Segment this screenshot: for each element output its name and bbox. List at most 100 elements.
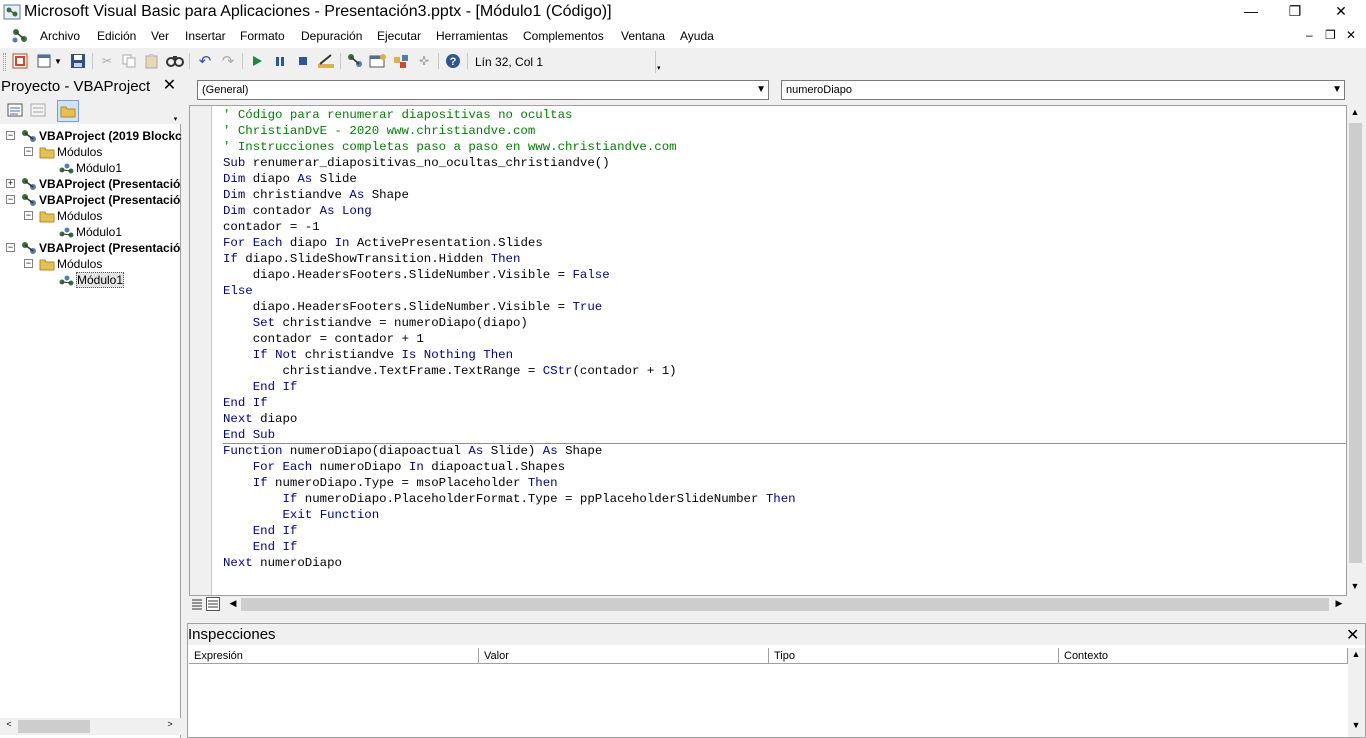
column-header-expresion[interactable]: Expresión [189,648,479,664]
toggle-folders-icon[interactable] [57,100,79,122]
dropdown-arrow-icon[interactable]: ▼ [1332,81,1342,99]
scroll-thumb[interactable] [241,598,1329,611]
tree-item-module[interactable]: Módulo1 [76,272,125,288]
powerpoint-icon[interactable] [11,52,29,70]
code-horizontal-scrollbar[interactable]: ◀ ▶ [189,596,1347,613]
code-line[interactable]: If Not christiandve Is Nothing Then [223,347,796,363]
procedure-combo[interactable]: numeroDiapo ▼ [781,80,1345,100]
column-header-valor[interactable]: Valor [479,648,769,664]
collapse-icon[interactable]: − [6,195,15,204]
scroll-thumb[interactable] [18,720,90,733]
code-line[interactable]: Sub renumerar_diapositivas_no_ocultas_ch… [223,155,796,171]
tree-item-folder[interactable]: Módulos [57,208,102,224]
code-line[interactable]: If diapo.SlideShowTransition.Hidden Then [223,251,796,267]
code-line[interactable]: christiandve.TextFrame.TextRange = CStr(… [223,363,796,379]
cut-icon[interactable]: ✂ [98,52,116,70]
project-explorer-close-button[interactable]: ✕ [161,78,178,95]
code-editor[interactable]: ' Código para renumerar diapositivas no … [189,105,1347,596]
code-line[interactable]: Else [223,283,796,299]
find-icon[interactable] [166,52,184,70]
code-line[interactable]: diapo.HeadersFooters.SlideNumber.Visible… [223,267,796,283]
expand-icon[interactable]: + [6,179,15,188]
scroll-down-arrow-icon[interactable]: ▼ [1347,581,1363,591]
collapse-icon[interactable]: − [6,243,15,252]
code-line[interactable]: ' ChristianDvE - 2020 www.christiandve.c… [223,123,796,139]
scroll-right-arrow-icon[interactable]: > [162,719,178,729]
help-icon[interactable]: ? [444,52,462,70]
collapse-icon[interactable]: − [6,131,15,140]
code-line[interactable]: Dim diapo As Slide [223,171,796,187]
tree-item-project[interactable]: VBAProject (2019 Blockc [39,128,182,144]
scroll-up-arrow-icon[interactable]: ▲ [1347,107,1363,117]
code-vertical-scrollbar[interactable]: ▲ ▼ [1347,105,1364,596]
break-icon[interactable] [271,52,289,70]
menu-formato[interactable]: Formato [240,29,285,43]
menu-ayuda[interactable]: Ayuda [680,29,714,43]
menu-ver[interactable]: Ver [151,29,169,43]
tree-item-folder[interactable]: Módulos [57,144,102,160]
project-toolbar-options-icon[interactable]: ▾ [170,98,181,124]
menu-archivo[interactable]: Archivo [40,29,80,43]
code-line[interactable]: contador = contador + 1 [223,331,796,347]
code-line[interactable]: End If [223,539,796,555]
redo-icon[interactable]: ↷ [219,52,237,70]
scroll-down-arrow-icon[interactable]: ▼ [1348,720,1364,730]
code-line[interactable]: Set christiandve = numeroDiapo(diapo) [223,315,796,331]
scroll-left-arrow-icon[interactable]: < [1,719,17,729]
object-combo[interactable]: (General) ▼ [197,80,769,100]
code-line[interactable]: diapo.HeadersFooters.SlideNumber.Visible… [223,299,796,315]
insert-dropdown-arrow-icon[interactable]: ▼ [53,52,63,70]
tree-item-folder[interactable]: Módulos [57,256,102,272]
code-line[interactable]: Dim contador As Long [223,203,796,219]
full-module-view-icon[interactable] [206,597,220,611]
toolbox-icon[interactable]: ✜ [415,52,433,70]
procedure-view-icon[interactable] [191,597,203,611]
code-line[interactable]: Function numeroDiapo(diapoactual As Slid… [223,443,796,459]
code-text[interactable]: ' Código para renumerar diapositivas no … [223,107,796,571]
minimize-button[interactable]: — [1228,0,1274,24]
toolbar-grip[interactable] [3,53,6,71]
menu-edicion[interactable]: Edición [97,29,136,43]
project-explorer-icon[interactable] [346,52,364,70]
scroll-thumb[interactable] [1349,123,1362,563]
copy-icon[interactable] [120,52,138,70]
code-line[interactable]: For Each diapo In ActivePresentation.Sli… [223,235,796,251]
code-line[interactable]: For Each numeroDiapo In diapoactual.Shap… [223,459,796,475]
collapse-icon[interactable]: − [24,147,33,156]
run-icon[interactable] [248,52,266,70]
properties-icon[interactable] [369,52,387,70]
code-line[interactable]: End Sub [223,427,796,443]
project-horizontal-scrollbar[interactable]: < > [0,718,181,735]
collapse-icon[interactable]: − [24,211,33,220]
code-line[interactable]: ' Código para renumerar diapositivas no … [223,107,796,123]
code-margin-indicator-bar[interactable] [190,106,212,595]
scroll-right-arrow-icon[interactable]: ▶ [1331,598,1347,609]
close-button[interactable]: ✕ [1318,0,1364,24]
vba-icon[interactable] [10,27,30,45]
design-mode-icon[interactable] [317,52,335,70]
column-header-contexto[interactable]: Contexto [1059,648,1348,664]
code-line[interactable]: contador = -1 [223,219,796,235]
reset-icon[interactable] [294,52,312,70]
tree-item-project[interactable]: VBAProject (Presentació [39,240,180,256]
menu-complementos[interactable]: Complementos [523,29,604,43]
collapse-icon[interactable]: − [24,259,33,268]
dropdown-arrow-icon[interactable]: ▼ [756,81,766,99]
toolbar-options-button[interactable]: ▾ [655,51,665,73]
code-line[interactable]: Next numeroDiapo [223,555,796,571]
mdi-restore-button[interactable]: ❐ [1325,28,1336,42]
undo-icon[interactable]: ↶ [196,52,214,70]
menu-herramientas[interactable]: Herramientas [436,29,508,43]
scroll-left-arrow-icon[interactable]: ◀ [225,598,241,609]
view-code-icon[interactable] [6,102,26,120]
tree-item-project[interactable]: VBAProject (Presentació [39,176,180,192]
watch-window-close-button[interactable]: ✕ [1346,625,1359,645]
tree-item-project[interactable]: VBAProject (Presentació [39,192,180,208]
mdi-minimize-button[interactable]: – [1306,28,1313,42]
code-line[interactable]: ' Instrucciones completas paso a paso en… [223,139,796,155]
save-icon[interactable] [69,52,87,70]
view-object-icon[interactable] [29,102,49,120]
paste-icon[interactable] [143,52,161,70]
watch-vertical-scrollbar[interactable]: ▲ ▼ [1348,648,1365,737]
code-line[interactable]: If numeroDiapo.Type = msoPlaceholder The… [223,475,796,491]
